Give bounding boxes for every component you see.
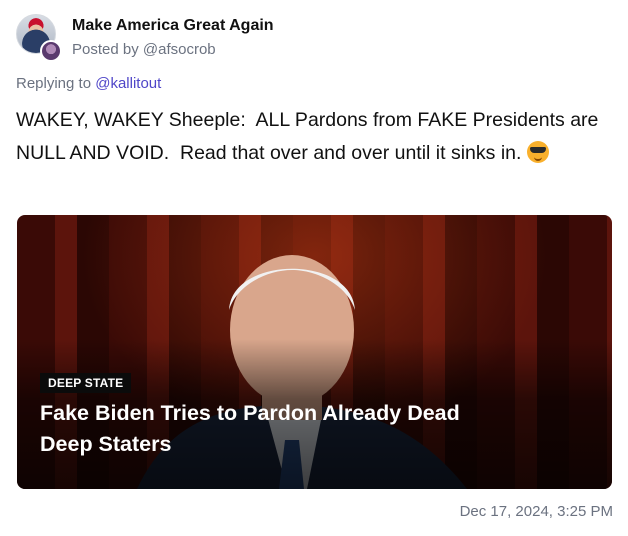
- card-category-tag: DEEP STATE: [40, 373, 132, 393]
- sunglasses-emoji-icon: [526, 141, 549, 163]
- post-text: WAKEY, WAKEY Sheeple: ALL Pardons from F…: [16, 104, 616, 170]
- replying-to: Replying to @kallitout: [16, 75, 161, 92]
- posted-by-handle[interactable]: Posted by @afsocrob: [72, 41, 216, 58]
- replying-to-handle[interactable]: @kallitout: [95, 75, 161, 92]
- poster-avatar-badge: [40, 40, 62, 62]
- author-display-name[interactable]: Make America Great Again: [72, 17, 274, 35]
- card-headline[interactable]: Fake Biden Tries to Pardon Already Dead …: [40, 398, 510, 460]
- replying-to-label: Replying to: [16, 75, 96, 92]
- post-body: WAKEY, WAKEY Sheeple: ALL Pardons from F…: [16, 109, 604, 164]
- post-timestamp[interactable]: Dec 17, 2024, 3:25 PM: [460, 503, 613, 520]
- author-avatar[interactable]: [16, 14, 62, 62]
